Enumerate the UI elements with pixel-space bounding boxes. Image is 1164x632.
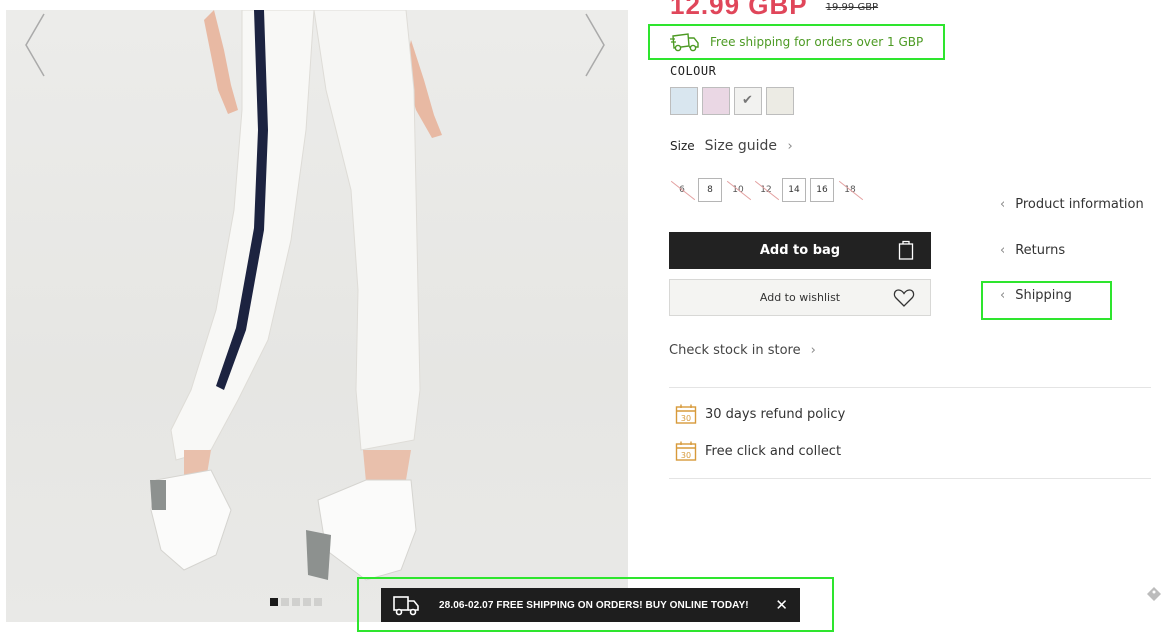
info-link-label: Returns (1015, 243, 1066, 258)
perk-text: Free click and collect (705, 443, 842, 459)
price-row: 12.99 GBP 19.99 GBP (670, 0, 879, 20)
chevron-left-icon: ‹ (1000, 288, 1006, 303)
colour-swatches: ✔ (670, 87, 794, 115)
size-option[interactable]: 14 (782, 178, 806, 202)
gallery-pagination (270, 598, 322, 606)
current-price: 12.99 GBP (670, 0, 808, 20)
old-price: 19.99 GBP (825, 2, 879, 13)
close-icon[interactable]: ✕ (775, 596, 788, 614)
size-option[interactable]: 12 (754, 178, 778, 202)
returns-link[interactable]: ‹ Returns (1000, 243, 1065, 258)
colour-swatch[interactable] (702, 87, 730, 115)
tag-icon[interactable] (1146, 586, 1162, 602)
svg-text:30: 30 (681, 414, 691, 423)
size-guide-link[interactable]: Size guide › (705, 138, 793, 154)
free-shipping-notice: Free shipping for orders over 1 GBP (670, 30, 923, 54)
colour-swatch[interactable]: ✔ (734, 87, 762, 115)
gallery-prev-arrow-icon[interactable] (20, 10, 50, 80)
click-and-collect-perk: 30 Free click and collect (675, 440, 841, 462)
gallery-dot[interactable] (281, 598, 289, 606)
delivery-truck-icon (670, 33, 699, 52)
size-option[interactable]: 18 (838, 178, 862, 202)
divider (669, 478, 1151, 479)
calendar-30-icon: 30 (675, 441, 697, 461)
colour-swatch[interactable] (766, 87, 794, 115)
promo-banner: 28.06-02.07 FREE SHIPPING ON ORDERS! BUY… (381, 588, 800, 622)
check-stock-link[interactable]: Check stock in store › (669, 343, 816, 358)
gallery-dot[interactable] (292, 598, 300, 606)
delivery-truck-icon (393, 596, 419, 616)
info-link-label: Shipping (1015, 288, 1072, 303)
add-to-wishlist-button[interactable]: Add to wishlist (669, 279, 931, 316)
product-information-link[interactable]: ‹ Product information (1000, 197, 1144, 212)
refund-policy-perk: 30 30 days refund policy (675, 403, 845, 425)
product-image-gallery[interactable] (6, 10, 628, 622)
promo-banner-text: 28.06-02.07 FREE SHIPPING ON ORDERS! BUY… (439, 599, 749, 611)
chevron-left-icon: ‹ (1000, 243, 1006, 258)
colour-label: COLOUR (670, 64, 717, 78)
add-to-bag-label: Add to bag (759, 243, 841, 258)
size-label: Size (670, 139, 695, 153)
add-to-bag-button[interactable]: Add to bag (669, 232, 931, 269)
check-stock-label: Check stock in store (669, 343, 801, 358)
colour-swatch[interactable] (670, 87, 698, 115)
divider (669, 387, 1151, 388)
heart-icon (893, 289, 915, 307)
size-option[interactable]: 6 (670, 178, 694, 202)
calendar-30-icon: 30 (675, 404, 697, 424)
gallery-next-arrow-icon[interactable] (580, 10, 610, 80)
free-shipping-text: Free shipping for orders over 1 GBP (710, 35, 924, 49)
chevron-right-icon: › (787, 139, 793, 154)
size-options: 6 8 10 12 14 16 18 (670, 178, 862, 202)
gallery-dot[interactable] (314, 598, 322, 606)
size-option[interactable]: 10 (726, 178, 750, 202)
shopping-bag-icon (898, 240, 914, 260)
checkmark-icon: ✔ (742, 93, 753, 108)
size-guide-text: Size guide (704, 138, 777, 154)
gallery-dot[interactable] (303, 598, 311, 606)
svg-text:30: 30 (681, 451, 691, 460)
shipping-link[interactable]: ‹ Shipping (1000, 288, 1072, 303)
size-option[interactable]: 8 (698, 178, 722, 202)
chevron-right-icon: › (810, 343, 816, 358)
chevron-left-icon: ‹ (1000, 197, 1006, 212)
size-option[interactable]: 16 (810, 178, 834, 202)
size-row: Size Size guide › (670, 138, 793, 154)
perk-text: 30 days refund policy (705, 406, 846, 422)
gallery-dot[interactable] (270, 598, 278, 606)
product-photo (150, 10, 442, 581)
info-link-label: Product information (1015, 197, 1144, 212)
add-to-wishlist-label: Add to wishlist (759, 291, 841, 304)
